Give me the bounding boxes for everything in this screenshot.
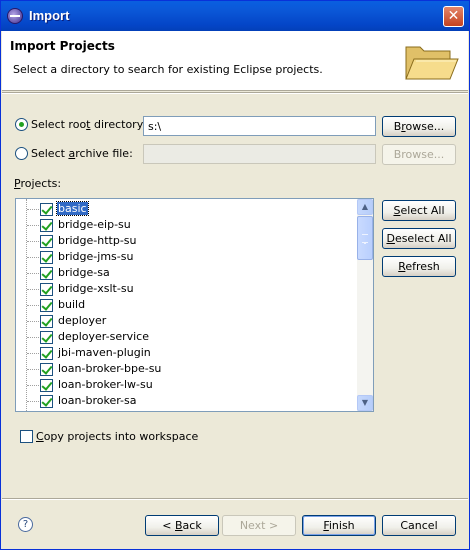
wizard-banner: Import Projects Select a directory to se… — [2, 31, 468, 91]
close-button[interactable]: ✕ — [443, 6, 464, 27]
select-all-button[interactable]: Select All — [382, 200, 456, 221]
project-list-item[interactable]: jbi-maven-plugin — [16, 345, 356, 361]
project-list-item[interactable]: bridge-http-su — [16, 233, 356, 249]
project-checkbox[interactable] — [40, 219, 53, 232]
banner-description: Select a directory to search for existin… — [13, 63, 323, 76]
project-list-item[interactable]: bridge-eip-su — [16, 217, 356, 233]
scroll-up-button[interactable]: ▲ — [357, 199, 373, 215]
project-list-item[interactable]: deployer-service — [16, 329, 356, 345]
project-list-item[interactable]: bridge-sa — [16, 265, 356, 281]
projects-label: Projects: — [14, 177, 62, 190]
archive-file-radio[interactable] — [15, 147, 28, 160]
back-button[interactable]: < Back — [145, 515, 219, 536]
finish-button[interactable]: Finish — [302, 515, 376, 536]
project-checkbox[interactable] — [40, 331, 53, 344]
project-checkbox[interactable] — [40, 315, 53, 328]
project-name: bridge-sa — [58, 266, 110, 279]
tree-connector — [27, 353, 39, 354]
project-name: loan-broker-bpe-su — [58, 362, 162, 375]
refresh-button[interactable]: Refresh — [382, 256, 456, 277]
tree-connector — [27, 241, 39, 242]
project-list-item[interactable]: loan-broker-lw-su — [16, 377, 356, 393]
project-name: bridge-jms-su — [58, 250, 134, 263]
footer-separator — [2, 498, 468, 500]
archive-file-label[interactable]: Select archive file: — [31, 147, 133, 160]
project-checkbox[interactable] — [40, 203, 53, 216]
next-button[interactable]: Next > — [222, 515, 296, 536]
project-list-item[interactable]: deployer — [16, 313, 356, 329]
banner-separator — [2, 92, 468, 94]
tree-connector — [27, 273, 39, 274]
project-checkbox[interactable] — [40, 251, 53, 264]
project-name: jbi-maven-plugin — [58, 346, 151, 359]
project-name: loan-broker-sa — [58, 394, 137, 407]
project-checkbox[interactable] — [40, 363, 53, 376]
deselect-all-button[interactable]: Deselect All — [382, 228, 456, 249]
tree-connector — [27, 289, 39, 290]
project-name: loan-broker-lw-su — [58, 378, 153, 391]
projects-list[interactable]: basic bridge-eip-su bridge-http-su bridge-j… — [15, 198, 374, 412]
browse-archive-button[interactable]: Browse... — [382, 144, 456, 165]
project-name: basic — [56, 201, 89, 216]
help-icon[interactable]: ? — [18, 517, 33, 532]
browse-root-button[interactable]: Browse... — [382, 116, 456, 137]
tree-connector — [27, 321, 39, 322]
root-directory-input[interactable]: s:\ — [143, 116, 376, 136]
project-checkbox[interactable] — [40, 235, 53, 248]
project-checkbox[interactable] — [40, 347, 53, 360]
tree-connector — [27, 305, 39, 306]
project-name: bridge-xslt-su — [58, 282, 134, 295]
tree-connector — [27, 209, 39, 210]
cancel-button[interactable]: Cancel — [382, 515, 456, 536]
project-list-item[interactable]: loan-broker-bpe-su — [16, 361, 356, 377]
project-list-item[interactable]: basic — [16, 201, 356, 217]
eclipse-icon — [7, 8, 23, 24]
tree-connector — [27, 401, 39, 402]
project-name: build — [58, 298, 86, 311]
project-list-item[interactable]: bridge-jms-su — [16, 249, 356, 265]
project-checkbox[interactable] — [40, 395, 53, 408]
project-name: bridge-http-su — [58, 234, 137, 247]
scroll-down-button[interactable]: ▼ — [357, 395, 373, 411]
scroll-thumb[interactable] — [357, 216, 373, 260]
copy-projects-label[interactable]: Copy projects into workspace — [36, 430, 198, 443]
root-directory-label[interactable]: Select root directory: — [31, 118, 146, 131]
tree-connector — [27, 225, 39, 226]
project-name: bridge-eip-su — [58, 218, 131, 231]
tree-connector — [27, 337, 39, 338]
project-checkbox[interactable] — [40, 267, 53, 280]
import-dialog: Import ✕ Import Projects Select a direct… — [0, 0, 470, 550]
project-list-item[interactable]: loan-broker-sa — [16, 393, 356, 409]
open-folder-icon — [405, 46, 459, 80]
tree-connector — [27, 385, 39, 386]
window-title: Import — [29, 8, 70, 23]
project-name: deployer — [58, 314, 107, 327]
project-list-item[interactable]: bridge-xslt-su — [16, 281, 356, 297]
project-name: deployer-service — [58, 330, 149, 343]
tree-connector — [27, 257, 39, 258]
banner-title: Import Projects — [10, 39, 115, 53]
project-checkbox[interactable] — [40, 379, 53, 392]
projects-scrollbar[interactable]: ▲ ▼ — [357, 199, 373, 411]
root-directory-radio[interactable] — [15, 118, 28, 131]
project-list-item[interactable]: build — [16, 297, 356, 313]
project-checkbox[interactable] — [40, 283, 53, 296]
copy-projects-checkbox[interactable] — [20, 430, 33, 443]
tree-connector — [27, 369, 39, 370]
project-checkbox[interactable] — [40, 299, 53, 312]
archive-file-input[interactable] — [143, 144, 376, 164]
title-bar[interactable]: Import ✕ — [1, 1, 469, 31]
